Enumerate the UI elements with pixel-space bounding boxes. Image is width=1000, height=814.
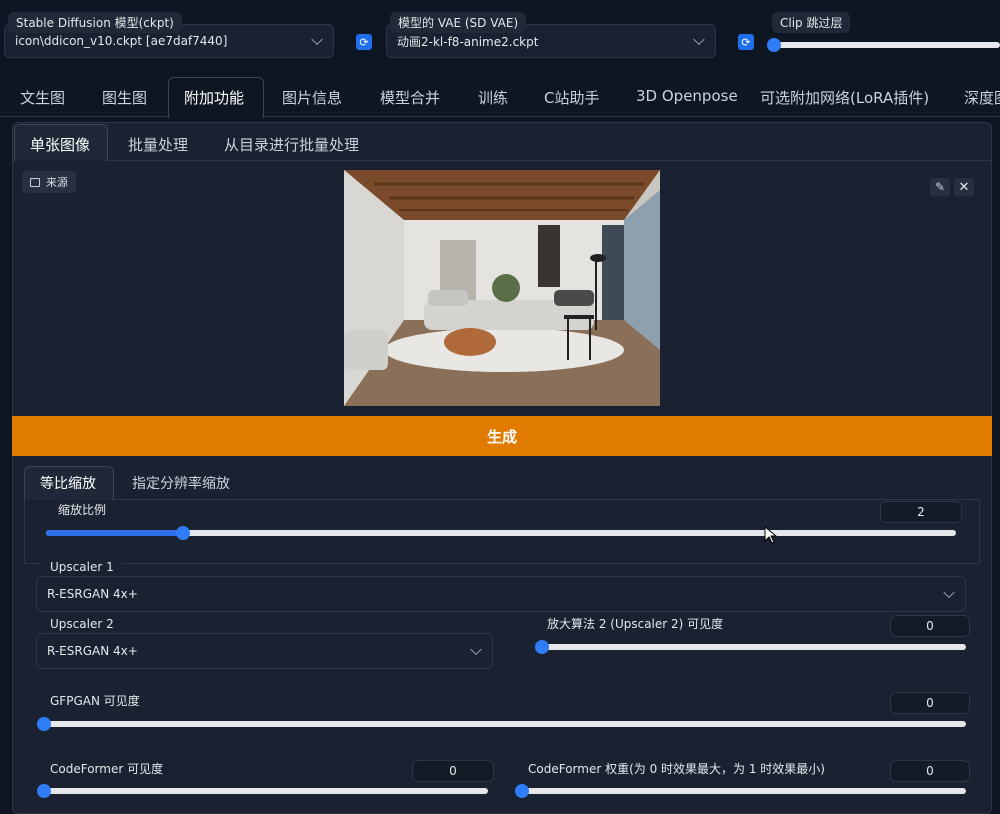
upscaler2-label: Upscaler 2	[42, 615, 122, 633]
sub-tab-single[interactable]: 单张图像	[30, 134, 90, 155]
clip-label: Clip 跳过层	[772, 12, 851, 33]
main-tab-bar	[0, 116, 1000, 117]
scale-slider[interactable]	[46, 526, 956, 540]
upscaler2-visibility-label: 放大算法 2 (Upscaler 2) 可见度	[547, 617, 724, 631]
chevron-down-icon	[470, 643, 482, 656]
tab-scale-by[interactable]: 等比缩放	[40, 473, 96, 493]
upscaler2-select[interactable]: R-ESRGAN 4x+	[36, 633, 493, 669]
upscaler2-visibility-thumb[interactable]	[535, 640, 549, 654]
model-value: icon\ddicon_v10.ckpt [ae7daf7440]	[15, 34, 228, 48]
generate-button[interactable]: 生成	[12, 416, 992, 456]
codeformer-label: CodeFormer 可见度	[50, 762, 164, 776]
upscaler1-value: R-ESRGAN 4x+	[47, 587, 138, 601]
sub-tab-bar	[12, 160, 992, 161]
codeformer-thumb[interactable]	[37, 784, 51, 798]
codeformer-weight-input[interactable]: 0	[890, 760, 970, 782]
tab-train[interactable]: 训练	[478, 87, 508, 108]
gfpgan-label: GFPGAN 可见度	[50, 694, 140, 708]
image-icon	[30, 177, 40, 187]
living-room-image	[344, 170, 660, 406]
source-label: 来源	[46, 176, 68, 189]
refresh-icon[interactable]: ⟳	[738, 34, 754, 50]
codeformer-slider[interactable]	[37, 784, 488, 798]
chevron-down-icon	[311, 33, 323, 46]
gfpgan-thumb[interactable]	[37, 717, 51, 731]
tab-png-info[interactable]: 图片信息	[282, 87, 342, 108]
gfpgan-input[interactable]: 0	[890, 692, 970, 714]
scale-value-input[interactable]: 2	[880, 501, 962, 523]
sub-tab-batch[interactable]: 批量处理	[128, 134, 188, 155]
upscaler1-select[interactable]: R-ESRGAN 4x+	[36, 576, 966, 612]
tab-extras[interactable]: 附加功能	[184, 87, 244, 108]
vae-label: 模型的 VAE (SD VAE)	[390, 12, 527, 33]
upscaler2-value: R-ESRGAN 4x+	[47, 644, 138, 658]
codeformer-weight-label: CodeFormer 权重(为 0 时效果最大，为 1 时效果最小)	[528, 762, 825, 776]
tab-lora[interactable]: 可选附加网络(LoRA插件)	[760, 87, 929, 108]
upscaler2-visibility-slider[interactable]	[535, 640, 966, 654]
tab-txt2img[interactable]: 文生图	[20, 87, 65, 108]
tab-depth[interactable]: 深度图	[964, 87, 1000, 108]
generate-label: 生成	[486, 427, 517, 446]
clip-slider[interactable]	[767, 38, 1000, 52]
model-label: Stable Diffusion 模型(ckpt)	[8, 12, 182, 33]
source-image	[344, 170, 660, 406]
gfpgan-slider[interactable]	[37, 717, 966, 731]
tab-openpose[interactable]: 3D Openpose	[636, 87, 738, 105]
edit-icon[interactable]: ✎	[930, 178, 950, 196]
chevron-down-icon	[943, 586, 955, 599]
upscaler2-visibility-input[interactable]: 0	[890, 615, 970, 637]
source-badge: 来源	[22, 171, 76, 193]
chevron-down-icon	[693, 33, 705, 46]
codeformer-weight-slider[interactable]	[515, 784, 966, 798]
tab-scale-to[interactable]: 指定分辨率缩放	[132, 473, 230, 493]
scale-slider-thumb[interactable]	[175, 526, 190, 540]
clip-slider-thumb[interactable]	[767, 38, 781, 52]
tab-merge[interactable]: 模型合并	[380, 87, 440, 108]
codeformer-weight-thumb[interactable]	[515, 784, 529, 798]
tab-civitai[interactable]: C站助手	[544, 87, 599, 108]
sub-tab-batch-dir[interactable]: 从目录进行批量处理	[224, 134, 359, 155]
refresh-icon[interactable]: ⟳	[356, 34, 372, 50]
scale-slider-fill	[46, 530, 183, 536]
codeformer-input[interactable]: 0	[412, 760, 494, 782]
mouse-cursor-icon	[764, 526, 778, 544]
scale-label: 缩放比例	[58, 503, 107, 517]
upscaler1-label: Upscaler 1	[42, 558, 122, 576]
tab-img2img[interactable]: 图生图	[102, 87, 147, 108]
vae-value: 动画2-kl-f8-anime2.ckpt	[397, 34, 539, 49]
close-icon[interactable]: ✕	[954, 178, 974, 196]
